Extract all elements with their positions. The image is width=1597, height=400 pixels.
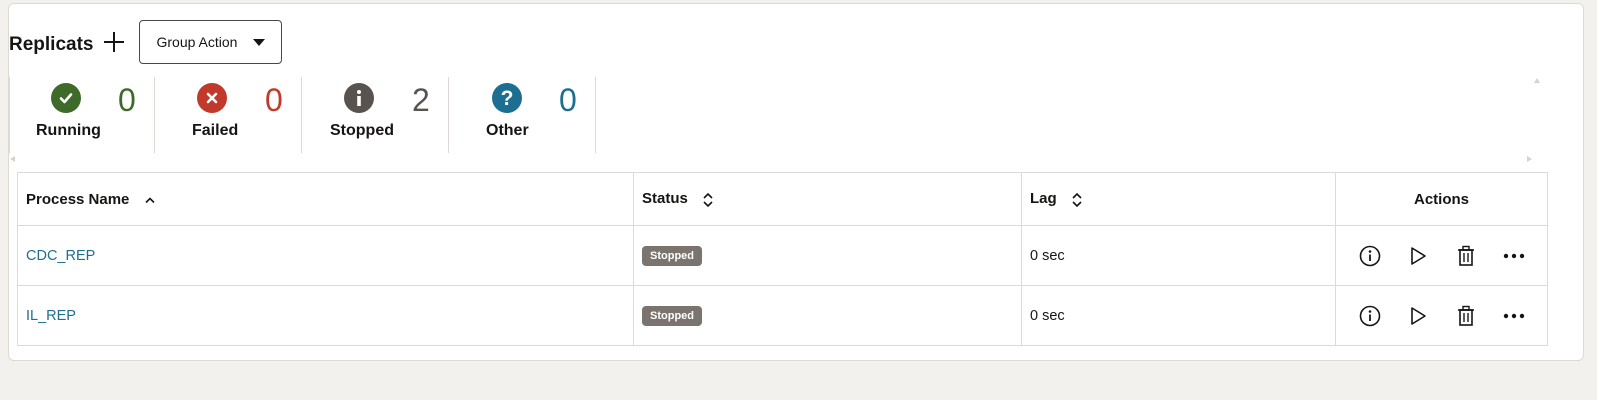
failed-label: Failed [192,122,239,139]
info-circle-icon [344,83,374,113]
divider [595,77,596,153]
column-header-lag[interactable]: Lag [1021,172,1336,226]
ellipsis-icon [1503,313,1524,318]
delete-button[interactable] [1452,242,1480,270]
column-header-actions: Actions [1335,172,1548,226]
process-name-cell: CDC_REP [17,225,634,286]
sort-ascending-icon [145,196,155,203]
lag-cell: 0 sec [1021,225,1336,286]
process-link[interactable]: CDC_REP [26,248,95,264]
plus-icon [104,32,125,52]
add-replicat-button[interactable] [101,29,127,55]
status-badge: Stopped [642,305,702,326]
stopped-count: 2 [412,82,430,118]
check-circle-icon [51,83,81,113]
summary-other[interactable]: ? 0 Other [450,73,596,156]
divider [154,77,155,153]
trash-icon [1457,305,1474,326]
scroll-right-icon[interactable] [1525,155,1533,163]
lag-cell: 0 sec [1021,285,1336,346]
summary-failed[interactable]: 0 Failed [156,73,302,156]
replicats-table: Process Name Status Lag Actions CDC_REP … [17,172,1548,346]
status-cell: Stopped [633,285,1022,346]
summary-stopped[interactable]: 2 Stopped [303,73,449,156]
column-header-process-name[interactable]: Process Name [17,172,634,226]
group-action-label: Group Action [156,34,238,50]
start-button[interactable] [1404,242,1432,270]
info-icon [1359,245,1380,266]
running-label: Running [36,122,101,139]
sort-icon [703,192,713,207]
other-count: 0 [559,82,577,118]
process-name-cell: IL_REP [17,285,634,346]
page-title: Replicats [9,34,94,55]
start-button[interactable] [1404,302,1432,330]
play-icon [1410,306,1426,325]
group-action-dropdown[interactable]: Group Action [139,20,283,64]
actions-cell [1335,285,1548,346]
x-circle-icon [197,83,227,113]
trash-icon [1457,245,1474,266]
more-actions-button[interactable] [1500,242,1528,270]
failed-count: 0 [265,82,283,118]
play-icon [1410,246,1426,265]
replicats-header: Replicats Group Action [9,20,283,64]
divider [448,77,449,153]
info-icon [1359,305,1380,326]
details-button[interactable] [1356,302,1384,330]
actions-cell [1335,225,1548,286]
column-label: Actions [1413,190,1469,208]
process-link[interactable]: IL_REP [26,308,76,324]
summary-running[interactable]: 0 Running [9,73,155,156]
table-row: CDC_REP Stopped 0 sec [17,225,1548,286]
status-summary: 0 Running 0 Failed 2 Stopped ? 0 Other [9,73,1540,163]
running-count: 0 [118,82,136,118]
question-circle-icon: ? [492,83,522,113]
divider [301,77,302,153]
details-button[interactable] [1356,242,1384,270]
column-label: Lag [1030,190,1057,208]
more-actions-button[interactable] [1500,302,1528,330]
sort-icon [1072,192,1082,207]
stopped-label: Stopped [330,122,394,139]
column-label: Process Name [26,190,130,208]
table-header-row: Process Name Status Lag Actions [17,172,1548,226]
divider [9,77,10,153]
ellipsis-icon [1503,253,1524,258]
status-badge: Stopped [642,245,702,266]
scroll-up-icon[interactable] [1533,77,1541,85]
delete-button[interactable] [1452,302,1480,330]
status-cell: Stopped [633,225,1022,286]
other-label: Other [486,122,529,139]
column-label: Status [642,190,688,208]
scroll-left-icon[interactable] [9,155,17,163]
column-header-status[interactable]: Status [633,172,1022,226]
caret-down-icon [253,38,266,46]
table-row: IL_REP Stopped 0 sec [17,285,1548,346]
